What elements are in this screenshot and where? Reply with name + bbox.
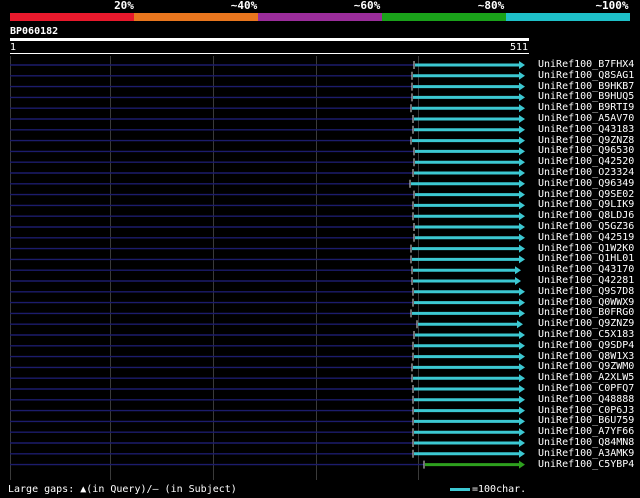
hit-label[interactable]: UniRef100_Q9LIK9 (538, 199, 634, 210)
hit-label[interactable]: UniRef100_Q9SE02 (538, 189, 634, 200)
hit-arrow (519, 169, 525, 177)
hit-label[interactable]: UniRef100_C5X183 (538, 329, 634, 340)
hit-label[interactable]: UniRef100_Q42281 (538, 275, 634, 286)
hit-arrow (519, 125, 525, 134)
hit-label[interactable]: UniRef100_Q43170 (538, 264, 634, 275)
hit-arrow (515, 266, 521, 275)
hit-label[interactable]: UniRef100_B9HUQ5 (538, 91, 634, 102)
hit-label[interactable]: UniRef100_Q0WWX9 (538, 297, 634, 308)
hit-arrow (519, 71, 525, 80)
hit-arrow (519, 374, 525, 383)
hit-label[interactable]: UniRef100_Q42520 (538, 156, 634, 167)
hit-arrow (519, 395, 525, 404)
hit-label[interactable]: UniRef100_Q9ZNZ9 (538, 318, 634, 329)
hit-label[interactable]: UniRef100_B6U759 (538, 415, 634, 426)
hit-label[interactable]: UniRef100_C5YBP4 (538, 459, 634, 470)
hit-label[interactable]: UniRef100_Q5GZ36 (538, 221, 634, 232)
hit-label[interactable]: UniRef100_Q9ZWM0 (538, 361, 634, 372)
hit-arrow (519, 115, 525, 123)
hit-arrow (519, 201, 525, 210)
gaps-label: Large gaps: (8, 484, 75, 495)
hit-label[interactable]: UniRef100_Q8LDJ6 (538, 210, 634, 221)
hit-label[interactable]: UniRef100_A5AV70 (538, 113, 634, 124)
hit-label[interactable]: UniRef100_B0FRG0 (538, 307, 634, 318)
gaps-subject-label: – (in Subject) (152, 484, 237, 495)
hit-label[interactable]: UniRef100_Q1HL01 (538, 253, 634, 264)
hit-label[interactable]: UniRef100_Q96530 (538, 145, 634, 156)
hit-label[interactable]: UniRef100_B9RTI9 (538, 102, 634, 113)
hit-label[interactable]: UniRef100_Q9S7D8 (538, 286, 634, 297)
hit-label[interactable]: UniRef100_Q48888 (538, 394, 634, 405)
hit-label[interactable]: UniRef100_A3AMK9 (538, 448, 634, 459)
hit-arrow (519, 460, 525, 469)
hit-arrow (519, 255, 525, 264)
hit-label[interactable]: UniRef100_Q8W1X3 (538, 351, 634, 362)
hit-label[interactable]: UniRef100_Q84MN8 (538, 437, 634, 448)
hit-arrow (519, 298, 525, 307)
hit-arrow (519, 244, 525, 253)
large-gaps-legend: Large gaps: ▲(in Query)/– (in Subject) (8, 484, 237, 495)
hit-arrow (519, 93, 525, 102)
scale-key: =100char. (450, 484, 526, 495)
scale-key-label: =100char. (472, 484, 527, 495)
hit-arrow (519, 406, 525, 415)
hit-arrow (519, 104, 525, 113)
scale-swatch (450, 488, 470, 491)
hit-arrow (519, 61, 525, 69)
hit-arrow (519, 223, 525, 231)
hit-arrow (515, 277, 521, 285)
hit-arrow (519, 331, 525, 339)
hit-arrow (519, 287, 525, 296)
hit-arrow (519, 190, 525, 199)
hit-label[interactable]: UniRef100_Q43183 (538, 124, 634, 135)
hit-label[interactable]: UniRef100_C0P6J3 (538, 405, 634, 416)
hit-arrow (519, 212, 525, 221)
hit-label[interactable]: UniRef100_A2XLW5 (538, 372, 634, 383)
hit-label[interactable]: UniRef100_Q1W2K0 (538, 243, 634, 254)
hit-label[interactable]: UniRef100_O23324 (538, 167, 634, 178)
hit-arrow (519, 158, 525, 167)
hit-label[interactable]: UniRef100_Q8SAG1 (538, 70, 634, 81)
hit-label[interactable]: UniRef100_B9HKB7 (538, 81, 634, 92)
hit-arrow (519, 428, 525, 437)
hit-label[interactable]: UniRef100_Q9ZNZ8 (538, 135, 634, 146)
hit-arrow (519, 147, 525, 156)
hit-arrow (519, 363, 525, 372)
hit-arrow (519, 417, 525, 426)
hit-label[interactable]: UniRef100_Q9SDP4 (538, 340, 634, 351)
hit-arrow (519, 439, 525, 447)
hit-arrow (519, 82, 525, 91)
hit-arrow (517, 320, 523, 329)
hit-arrow (519, 385, 525, 393)
hit-label[interactable]: UniRef100_C0PFQ7 (538, 383, 634, 394)
gaps-query-label: ▲(in Query)/ (80, 484, 153, 495)
hit-arrow (519, 179, 525, 188)
hit-arrow (519, 341, 525, 350)
hit-label[interactable]: UniRef100_A7YF66 (538, 426, 634, 437)
hit-label[interactable]: UniRef100_Q96349 (538, 178, 634, 189)
hit-arrow (519, 309, 525, 318)
hit-arrow (519, 449, 525, 458)
hit-arrow (519, 136, 525, 145)
hit-arrow (519, 233, 525, 242)
hit-label[interactable]: UniRef100_Q42519 (538, 232, 634, 243)
hit-arrow (519, 352, 525, 361)
hit-label[interactable]: UniRef100_B7FHX4 (538, 59, 634, 70)
